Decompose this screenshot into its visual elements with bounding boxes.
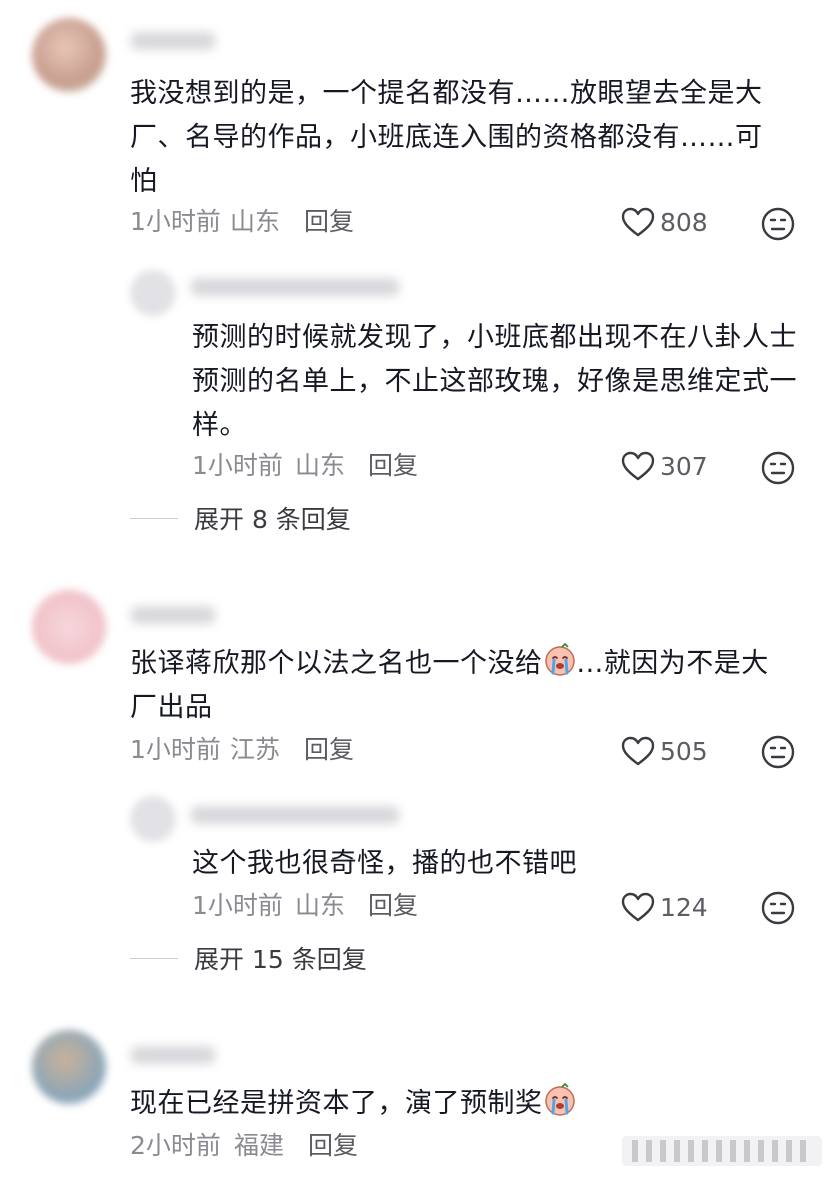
like-count: 505 bbox=[660, 736, 708, 766]
comment-location: 山东 bbox=[230, 207, 281, 236]
expand-replies-button[interactable]: 展开 15 条回复 bbox=[130, 940, 367, 976]
username[interactable] bbox=[130, 606, 216, 624]
expand-replies-label: 展开 15 条回复 bbox=[194, 945, 367, 974]
reply-text: 这个我也很奇怪，播的也不错吧 bbox=[192, 848, 577, 879]
comment-text-part: 现在已经是拼资本了，演了预制奖 bbox=[130, 1088, 543, 1119]
divider bbox=[130, 517, 178, 519]
like-count: 808 bbox=[660, 207, 708, 237]
watermark-graphic bbox=[622, 1136, 822, 1166]
heart-outline-icon bbox=[621, 736, 655, 766]
like-button[interactable]: 124 bbox=[620, 889, 708, 925]
neutral-face-icon[interactable] bbox=[760, 450, 796, 486]
heart-outline-icon bbox=[621, 892, 655, 922]
username[interactable] bbox=[130, 32, 216, 50]
comment-text: 我没想到的是，一个提名都没有……放眼望去全是大厂、名导的作品，小班底连入围的资格… bbox=[130, 78, 763, 197]
reply-button[interactable]: 回复 bbox=[304, 734, 354, 766]
neutral-face-icon[interactable] bbox=[760, 206, 796, 242]
username[interactable] bbox=[130, 1046, 216, 1064]
reply-location: 山东 bbox=[295, 451, 346, 480]
reply-username[interactable] bbox=[190, 278, 400, 296]
comment-location: 江苏 bbox=[230, 735, 281, 764]
avatar[interactable] bbox=[32, 590, 106, 664]
reply-avatar[interactable] bbox=[130, 796, 176, 842]
comment-text-part: 张译蒋欣那个以法之名也一个没给 bbox=[130, 648, 543, 679]
reply-username[interactable] bbox=[190, 806, 400, 824]
comment-text: 张译蒋欣那个以法之名也一个没给 ...就因为不是大厂出品 bbox=[130, 642, 790, 730]
reply-button[interactable]: 回复 bbox=[368, 890, 418, 922]
reply-text: 预测的时候就发现了，小班底都出现不在八卦人士预测的名单上，不止这部玫瑰，好像是思… bbox=[192, 322, 797, 441]
like-button[interactable]: 808 bbox=[620, 204, 708, 240]
expand-replies-button[interactable]: 展开 8 条回复 bbox=[130, 500, 351, 536]
heart-outline-icon bbox=[621, 207, 655, 237]
comment-time: 2小时前 bbox=[130, 1131, 221, 1160]
crying-face-emoji bbox=[544, 643, 575, 676]
neutral-face-icon[interactable] bbox=[760, 734, 796, 770]
divider bbox=[130, 957, 178, 959]
like-count: 307 bbox=[660, 451, 708, 481]
like-count: 124 bbox=[660, 892, 708, 922]
neutral-face-icon[interactable] bbox=[760, 890, 796, 926]
comment-location: 福建 bbox=[234, 1131, 285, 1160]
reply-button[interactable]: 回复 bbox=[304, 206, 354, 238]
comment-time: 1小时前 bbox=[130, 207, 221, 236]
avatar[interactable] bbox=[32, 1030, 106, 1104]
comment-text: 现在已经是拼资本了，演了预制奖 bbox=[130, 1082, 790, 1126]
like-button[interactable]: 505 bbox=[620, 733, 708, 769]
heart-outline-icon bbox=[621, 451, 655, 481]
reply-button[interactable]: 回复 bbox=[308, 1130, 358, 1162]
crying-face-emoji bbox=[544, 1083, 575, 1116]
reply-button[interactable]: 回复 bbox=[368, 450, 418, 482]
reply-time: 1小时前 bbox=[192, 451, 283, 480]
reply-avatar[interactable] bbox=[130, 270, 176, 316]
avatar[interactable] bbox=[32, 18, 106, 92]
expand-replies-label: 展开 8 条回复 bbox=[194, 505, 351, 534]
reply-location: 山东 bbox=[295, 891, 346, 920]
comment-time: 1小时前 bbox=[130, 735, 221, 764]
like-button[interactable]: 307 bbox=[620, 448, 708, 484]
reply-time: 1小时前 bbox=[192, 891, 283, 920]
